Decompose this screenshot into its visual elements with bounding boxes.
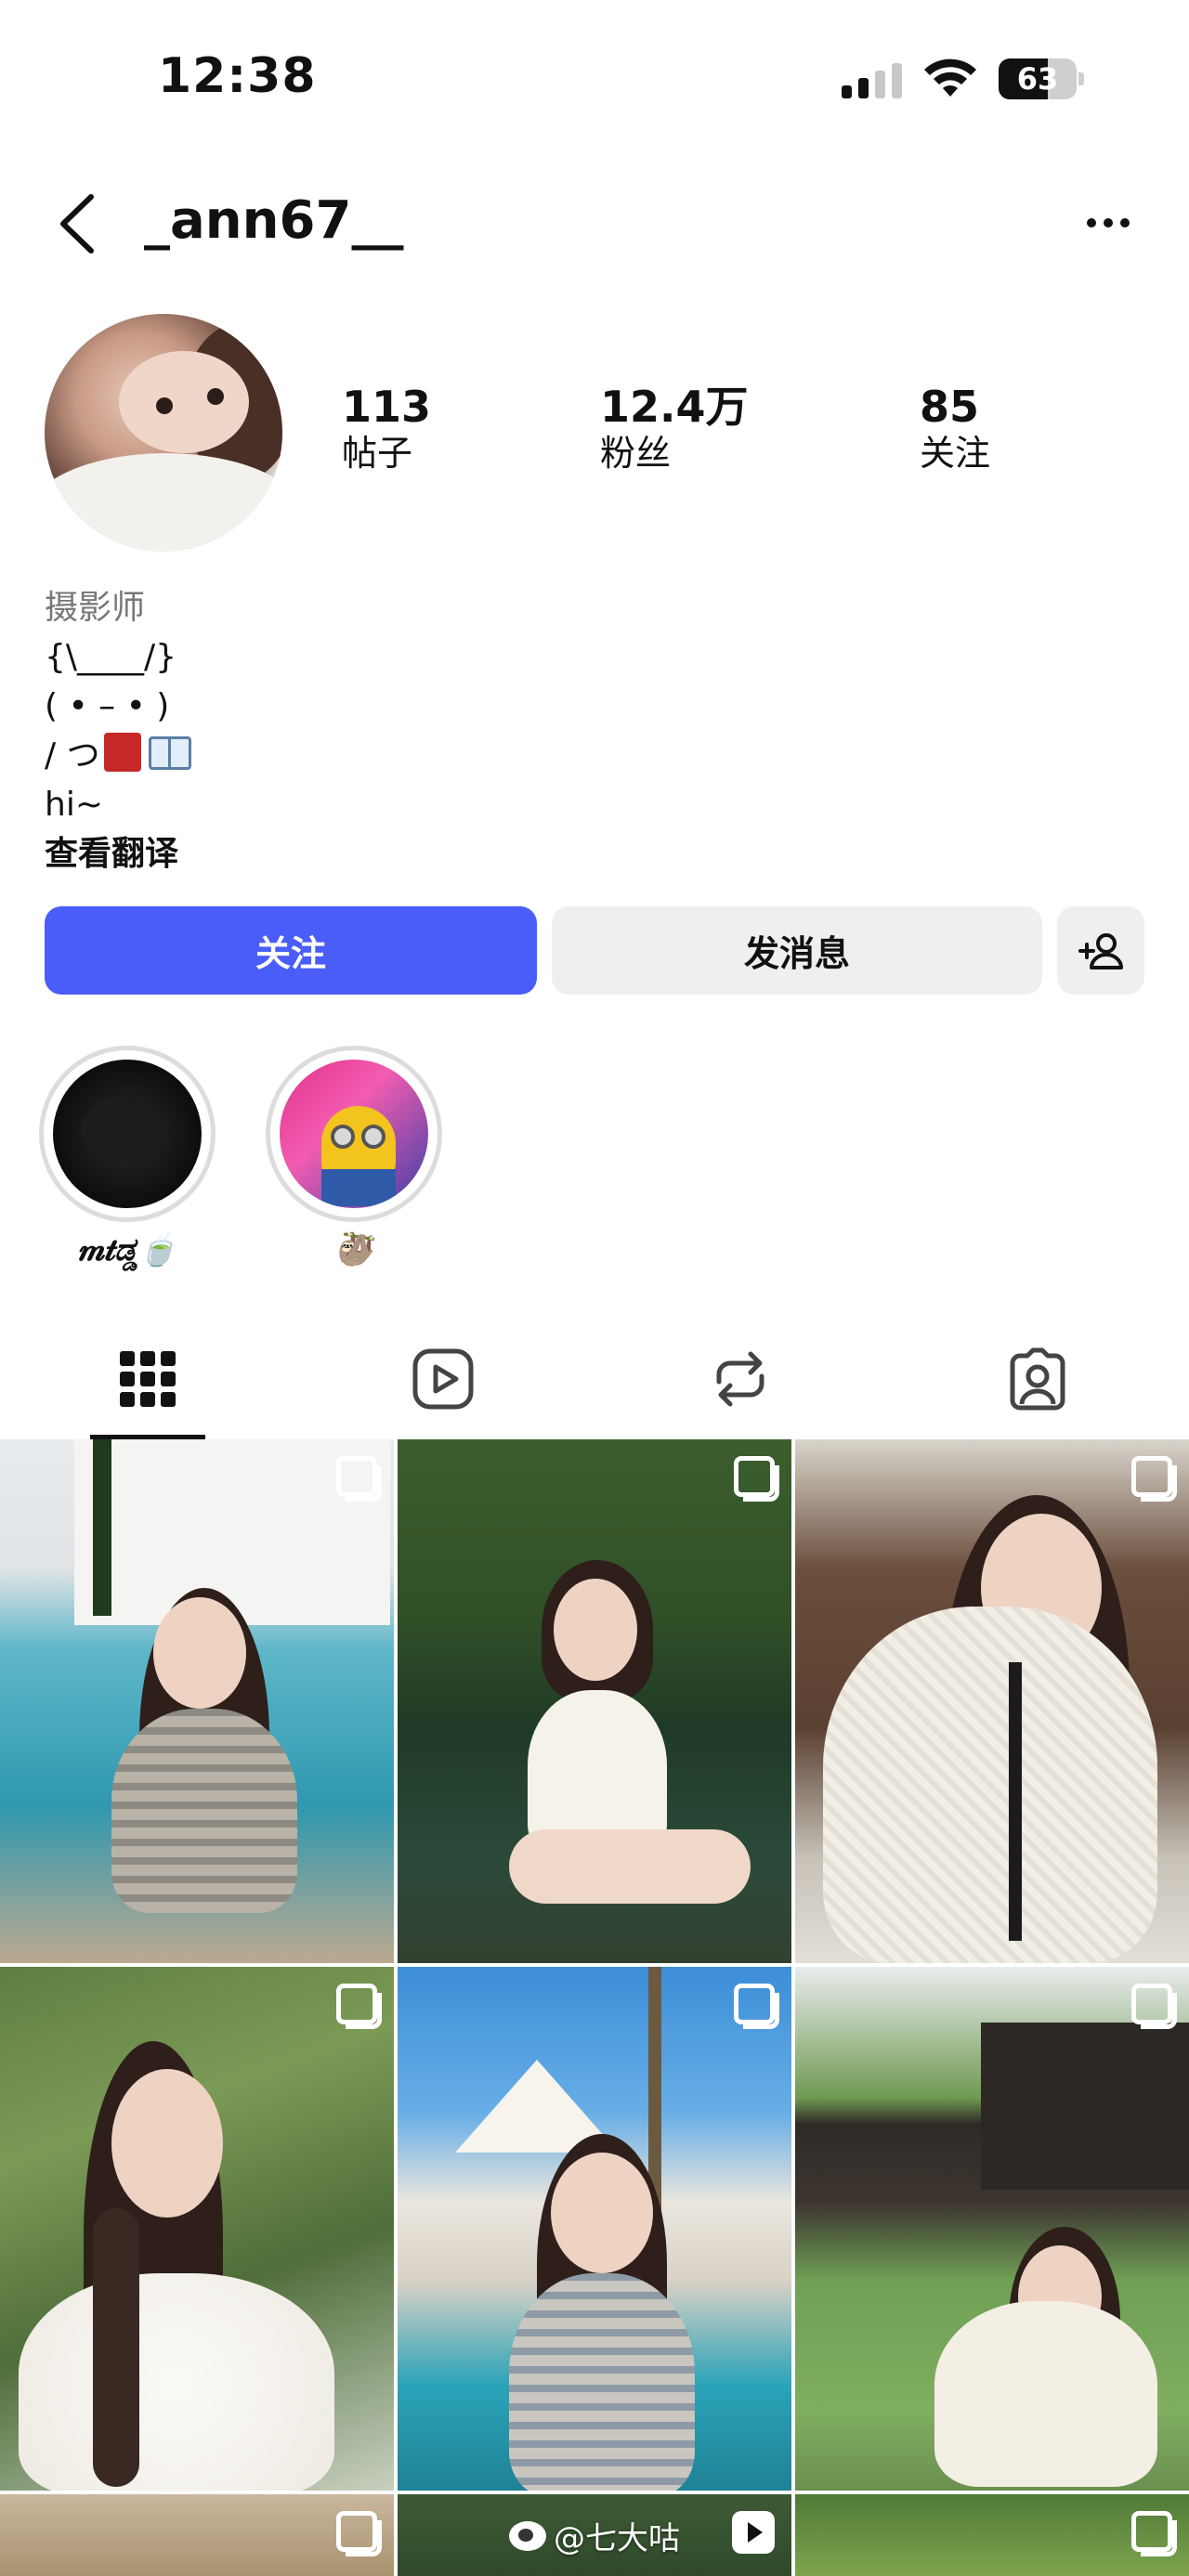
following-label: 关注 [920,433,991,474]
multi-photo-icon [336,1456,382,1502]
bio-line: {\____/} [45,638,177,676]
status-time: 12:38 [158,48,317,104]
repost-icon[interactable] [708,1347,773,1412]
multi-photo-icon [734,1984,779,2029]
post-thumbnail[interactable] [0,1439,394,1963]
highlight-cover [53,1060,202,1208]
bio-line: ( • – • ) [45,687,170,725]
post-thumbnail[interactable] [795,1967,1189,2491]
multi-photo-icon [336,1984,382,2029]
followers-label: 粉丝 [600,433,672,474]
profile-username: _ann67__ [144,190,404,251]
red-book-icon [103,733,141,772]
stat-posts[interactable]: 113 帖子 [342,383,431,475]
bio-line-books: / つ [45,731,191,780]
posts-grid [0,1439,1189,2576]
tagged-person-icon[interactable] [1005,1347,1070,1412]
message-button[interactable]: 发消息 [552,906,1042,995]
profile-avatar[interactable] [45,314,282,552]
story-highlight[interactable]: 🦥 [266,1046,442,1268]
multi-photo-icon [734,1456,779,1502]
watermark-text: @七大咕 [554,2520,680,2557]
post-thumbnail[interactable] [0,1967,394,2491]
multi-photo-icon [1131,1984,1177,2029]
bio-line: / つ [45,736,100,774]
post-thumbnail[interactable] [795,1439,1189,1963]
post-thumbnail[interactable] [0,2494,394,2576]
weibo-logo-icon [509,2520,546,2551]
story-highlight[interactable]: 𝒎𝒕ಡ್ಡ🍵 [39,1046,216,1268]
bio-line: hi~ [45,786,103,824]
reel-icon [732,2511,775,2554]
follow-button[interactable]: 关注 [45,906,537,995]
back-arrow-icon[interactable] [54,193,100,254]
add-person-icon [1078,932,1123,969]
cellular-signal-icon [842,59,902,98]
post-thumbnail[interactable] [398,1967,791,2491]
bio-category: 摄影师 [45,589,146,627]
open-book-icon [148,736,191,770]
stat-followers[interactable]: 12.4万 粉丝 [600,383,749,475]
highlight-label: 𝒎𝒕ಡ್ಡ🍵 [77,1231,177,1268]
following-count: 85 [920,382,980,432]
posts-count: 113 [342,382,432,432]
watermark: @七大咕 [509,2513,680,2558]
highlight-cover [280,1060,428,1208]
stat-following[interactable]: 85 关注 [920,383,990,475]
multi-photo-icon [336,2511,382,2556]
profile-tabs [0,1319,1189,1439]
status-bar: 12:38 63 [0,0,1189,158]
battery-icon: 63 [999,59,1084,99]
posts-label: 帖子 [342,433,413,474]
highlight-label: 🦥 [333,1231,374,1268]
multi-photo-icon [1131,2511,1177,2556]
post-thumbnail[interactable] [398,1439,791,1963]
suggested-users-button[interactable] [1057,906,1144,995]
battery-percent: 63 [1016,61,1059,97]
wifi-icon [924,59,976,97]
post-thumbnail[interactable] [795,2494,1189,2576]
more-options-icon[interactable] [1087,209,1133,237]
followers-count: 12.4万 [600,382,749,432]
reels-icon[interactable] [411,1347,476,1412]
profile-bio: 摄影师 {\____/} ( • – • ) / つ hi~ 查看翻译 [45,583,191,878]
see-translation-link[interactable]: 查看翻译 [45,829,191,878]
multi-photo-icon [1131,1456,1177,1502]
grid-icon[interactable] [115,1347,180,1412]
